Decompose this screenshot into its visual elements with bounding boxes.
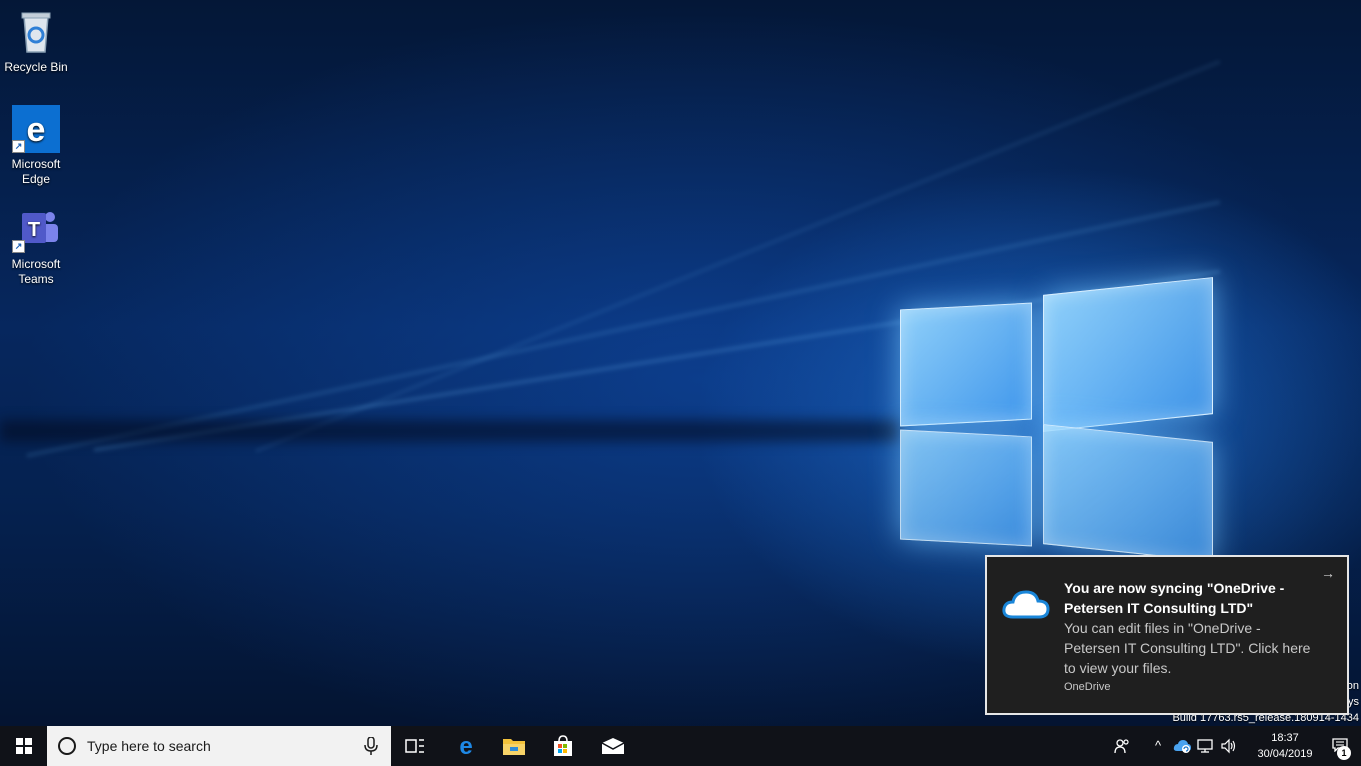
svg-text:e: e [27, 111, 46, 149]
taskbar-store-button[interactable] [539, 726, 587, 766]
taskbar-search-box[interactable]: Type here to search [47, 726, 391, 766]
shortcut-arrow-icon: ↗ [12, 140, 25, 153]
taskbar-file-explorer-button[interactable] [490, 726, 538, 766]
cortana-icon [58, 737, 76, 755]
wallpaper-logo-pane [1043, 277, 1213, 432]
file-explorer-icon [503, 739, 525, 755]
clock-time: 18:37 [1271, 732, 1299, 744]
people-icon[interactable] [1114, 738, 1130, 754]
taskbar-edge-button[interactable]: e [442, 726, 490, 766]
onedrive-toast-notification[interactable]: You are now syncing "OneDrive - Petersen… [985, 555, 1349, 715]
wallpaper-logo-pane [900, 302, 1032, 427]
desktop-icon-teams[interactable]: T ↗ Microsoft Teams [0, 205, 72, 287]
svg-text:e: e [459, 734, 472, 758]
toast-body: You can edit files in "OneDrive - Peters… [1064, 620, 1311, 676]
clock-date: 30/04/2019 [1257, 748, 1313, 760]
teams-icon: T ↗ [12, 205, 60, 253]
toast-source: OneDrive [1064, 681, 1111, 693]
search-placeholder: Type here to search [87, 738, 211, 754]
mail-icon [601, 738, 625, 754]
network-icon[interactable] [1197, 738, 1213, 754]
onedrive-cloud-icon [1001, 587, 1051, 623]
taskbar-clock[interactable]: 18:37 30/04/2019 [1257, 730, 1313, 762]
action-center-button[interactable]: 1 [1320, 726, 1361, 766]
windows-logo-icon [15, 738, 32, 754]
wallpaper-logo-pane [1043, 424, 1213, 562]
notification-count-badge: 1 [1337, 746, 1351, 760]
edge-icon: e ↗ [12, 105, 60, 153]
toast-expand-arrow-icon[interactable]: → [1321, 565, 1335, 581]
desktop-icon-edge[interactable]: e ↗ Microsoft Edge [0, 105, 72, 187]
task-view-button[interactable] [391, 726, 439, 766]
svg-text:T: T [28, 219, 40, 241]
recycle-bin-icon [12, 8, 60, 56]
start-button[interactable] [0, 726, 47, 766]
wallpaper-logo-pane [900, 429, 1032, 547]
edge-icon: e [459, 734, 472, 758]
taskbar-mail-button[interactable] [589, 726, 637, 766]
desktop-icon-recycle-bin[interactable]: Recycle Bin [0, 8, 72, 75]
volume-icon[interactable] [1221, 738, 1237, 754]
taskbar: Type here to search e ^ 18:37 30/04/2019… [0, 726, 1361, 766]
toast-title: You are now syncing "OneDrive - Petersen… [1064, 580, 1285, 616]
desktop-icon-label: Microsoft Teams [11, 257, 61, 286]
desktop-icon-label: Microsoft Edge [11, 157, 61, 186]
desktop-icon-label: Recycle Bin [4, 60, 68, 74]
task-view-icon [405, 739, 424, 753]
onedrive-sync-tray-icon[interactable] [1173, 738, 1191, 754]
store-icon [554, 735, 572, 756]
shortcut-arrow-icon: ↗ [12, 240, 25, 253]
microphone-icon[interactable] [364, 737, 378, 755]
build-watermark-line: ys [1348, 696, 1359, 708]
show-hidden-icons-chevron-icon[interactable]: ^ [1150, 738, 1166, 754]
